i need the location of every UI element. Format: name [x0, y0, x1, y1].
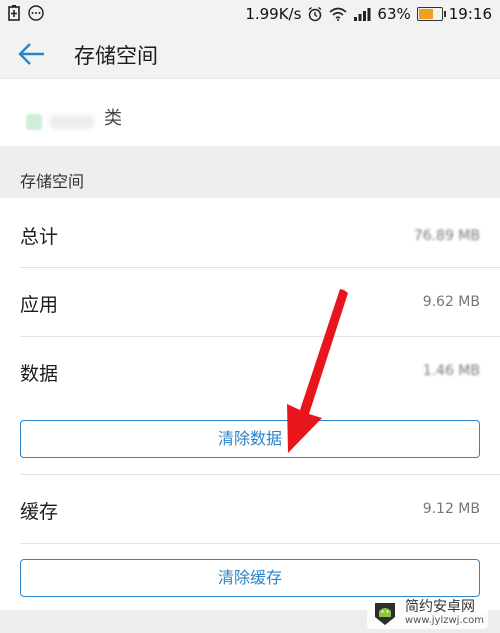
alarm-icon — [308, 6, 322, 22]
divider — [20, 543, 500, 544]
cache-size-row: 缓存 9.12 MB — [0, 475, 500, 543]
app-size-label: 应用 — [20, 294, 59, 316]
app-bar: 存储空间 — [0, 30, 500, 78]
app-name: 类 — [104, 108, 122, 129]
page-title: 存储空间 — [74, 44, 158, 68]
android-logo-icon — [374, 603, 395, 625]
section-header: 存储空间 — [0, 146, 500, 198]
clock: 19:16 — [448, 5, 492, 23]
cache-size-value: 9.12 MB — [422, 501, 480, 517]
battery-icon — [416, 7, 446, 21]
app-info-row — [0, 78, 500, 147]
watermark-site: www.jylzwj.com — [404, 615, 484, 627]
status-bar: 1.99K/s 63% 19:16 — [0, 0, 500, 30]
data-size-value: 1.46 MB — [422, 363, 480, 379]
clear-data-button[interactable]: 清除数据 — [20, 420, 480, 458]
total-row: 总计 76.89 MB — [0, 198, 500, 266]
section-title: 存储空间 — [20, 172, 85, 191]
data-size-row: 数据 1.46 MB — [0, 337, 500, 405]
watermark: 简约安卓网 www.jylzwj.com — [366, 597, 488, 629]
clear-cache-button[interactable]: 清除缓存 — [20, 559, 480, 597]
wifi-icon — [329, 7, 347, 21]
app-size-row: 应用 9.62 MB — [0, 268, 500, 336]
total-value: 76.89 MB — [413, 228, 480, 244]
app-size-value: 9.62 MB — [422, 294, 480, 310]
network-speed: 1.99K/s — [245, 5, 302, 23]
more-icon — [28, 5, 44, 21]
cache-size-label: 缓存 — [20, 501, 59, 523]
battery-saver-icon — [8, 5, 20, 21]
app-icon — [26, 114, 42, 130]
signal-icon — [354, 8, 371, 21]
app-name-obscured — [50, 115, 94, 129]
battery-percent: 63% — [377, 5, 411, 23]
back-arrow-icon[interactable] — [16, 40, 48, 68]
data-size-label: 数据 — [20, 363, 59, 385]
total-label: 总计 — [20, 226, 59, 248]
watermark-name: 简约安卓网 — [404, 598, 475, 615]
